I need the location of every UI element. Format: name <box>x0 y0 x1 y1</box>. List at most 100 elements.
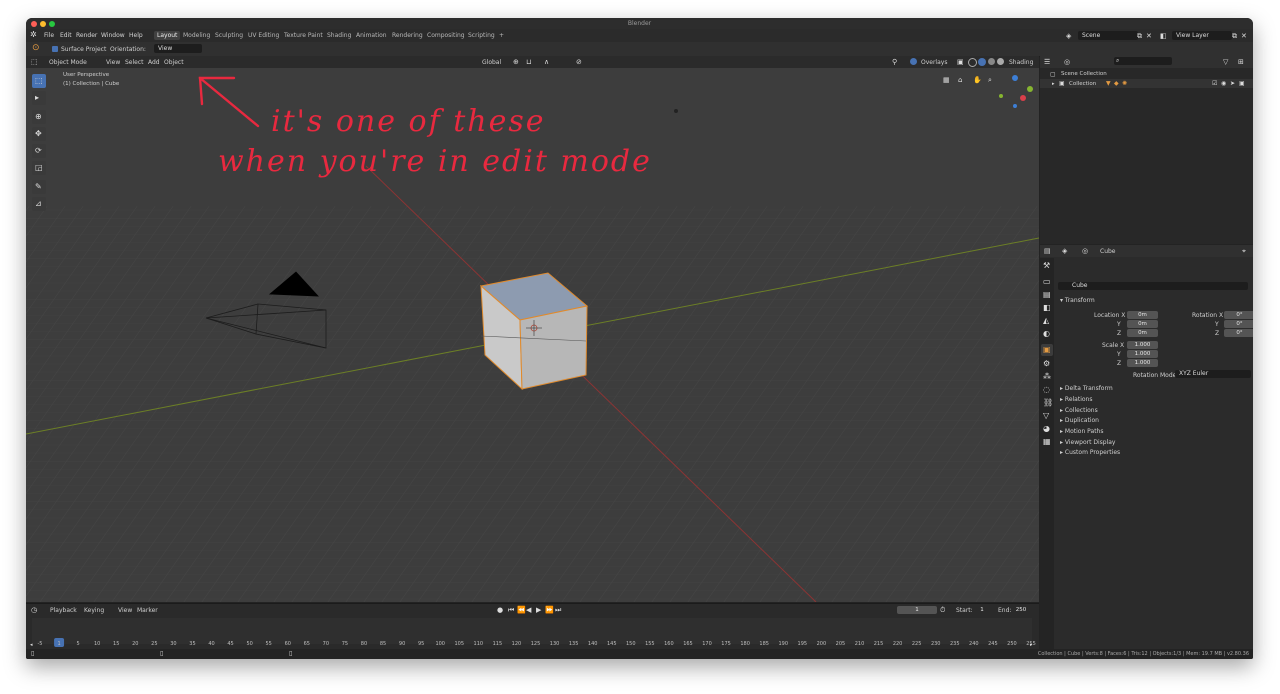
modifiers-tab-icon[interactable]: ⚙ <box>1043 360 1050 368</box>
pivot-point-icon[interactable]: ⊕ <box>513 58 519 66</box>
light-object[interactable] <box>674 109 678 113</box>
wireframe-shading-icon[interactable] <box>968 58 977 67</box>
transform-tool[interactable]: ◲ <box>32 161 46 175</box>
new-collection-icon[interactable]: ⊞ <box>1238 58 1244 66</box>
collections-section[interactable]: ▸ Collections <box>1060 407 1098 414</box>
tool-tab-icon[interactable]: ⚒ <box>1043 262 1050 270</box>
expand-arrow-icon[interactable]: ▸ <box>1052 80 1055 88</box>
transform-orientation-dropdown[interactable]: Global <box>482 59 501 66</box>
delete-view-layer-icon[interactable]: ✕ <box>1241 32 1247 40</box>
rotation-z-field[interactable]: 0° <box>1224 329 1253 337</box>
jump-end-icon[interactable]: ⏭ <box>555 606 561 614</box>
measure-tool[interactable]: ⊿ <box>32 197 46 211</box>
timeline-editor-icon[interactable]: ◷ <box>31 606 37 614</box>
3d-viewport[interactable]: it's one of these when you're in edit mo… <box>26 56 1039 602</box>
proportional-edit-icon[interactable]: ∧ <box>544 58 549 66</box>
output-tab-icon[interactable]: ▤ <box>1043 291 1051 299</box>
gizmo-y-axis[interactable] <box>1027 86 1033 92</box>
timeline-view-menu[interactable]: View <box>118 607 132 614</box>
tab-scripting[interactable]: Scripting <box>465 31 498 40</box>
jump-start-icon[interactable]: ⏮ <box>508 606 514 614</box>
delta-transform-section[interactable]: ▸ Delta Transform <box>1060 385 1113 392</box>
selectable-arrow-icon[interactable]: ➤ <box>1230 80 1235 88</box>
preview-range-icon[interactable]: ⏱ <box>940 606 945 614</box>
scale-y-field[interactable]: 1.000 <box>1127 350 1158 358</box>
play-reverse-icon[interactable]: ◀ <box>526 606 531 614</box>
data-tab-icon[interactable]: ▽ <box>1043 412 1049 420</box>
overlays-dropdown[interactable]: Overlays <box>921 59 947 66</box>
tab-sculpting[interactable]: Sculpting <box>212 31 246 40</box>
transform-section-header[interactable]: ▾ Transform <box>1060 297 1095 304</box>
light-child-icon[interactable]: ✺ <box>1122 80 1127 88</box>
rendered-shading-icon[interactable] <box>997 58 1004 65</box>
play-icon[interactable]: ▶ <box>536 606 541 614</box>
display-mode-icon[interactable]: ◎ <box>1064 58 1070 66</box>
object-menu[interactable]: Object <box>164 59 184 66</box>
scene-collection-label[interactable]: Scene Collection <box>1061 71 1107 77</box>
outliner-editor-icon[interactable]: ☰ <box>1044 58 1050 66</box>
texture-tab-icon[interactable]: ▦ <box>1043 438 1051 446</box>
scroll-left-icon[interactable]: ◂ <box>30 641 33 649</box>
pan-view-icon[interactable]: ✋ <box>973 76 982 84</box>
exclude-checkbox-icon[interactable]: ☑ <box>1212 80 1217 88</box>
outliner-search-input[interactable]: ⌕ <box>1114 57 1172 65</box>
keying-menu[interactable]: Keying <box>84 607 104 614</box>
render-tab-icon[interactable]: ▭ <box>1043 278 1051 286</box>
object-tab-active[interactable]: ▣ <box>1041 344 1053 356</box>
object-context-icon[interactable]: ◎ <box>1082 247 1088 255</box>
filter-icon[interactable]: ▽ <box>1223 58 1228 66</box>
location-y-field[interactable]: 0m <box>1127 320 1158 328</box>
material-shading-icon[interactable] <box>988 58 995 65</box>
grid-view-icon[interactable]: ▦ <box>943 76 950 84</box>
scene-tab-icon[interactable]: ◭ <box>1043 317 1049 325</box>
editor-type-icon[interactable]: ⬚ <box>31 58 38 66</box>
scale-tool[interactable]: ⟳ <box>32 144 46 158</box>
new-view-layer-icon[interactable]: ⧉ <box>1232 32 1237 40</box>
constraints-tab-icon[interactable]: ⛓ <box>1043 399 1053 407</box>
view-menu[interactable]: View <box>106 59 120 66</box>
cube-child-icon[interactable]: ◆ <box>1114 80 1119 88</box>
viewport-display-section[interactable]: ▸ Viewport Display <box>1060 439 1115 446</box>
prev-keyframe-icon[interactable]: ⏪ <box>517 606 526 614</box>
mode-dropdown[interactable]: Object Mode <box>49 59 87 66</box>
select-box-tool[interactable]: ⬚ <box>32 74 46 88</box>
gizmo-x-axis[interactable] <box>1020 95 1026 101</box>
location-z-field[interactable]: 0m <box>1127 329 1158 337</box>
end-frame-field[interactable]: 250 <box>1011 606 1031 614</box>
playback-menu[interactable]: Playback <box>50 607 77 614</box>
collection-row[interactable]: ▸ ▣ Collection ▼ ◆ ✺ ☑ ◉ ➤ ▣ <box>1040 79 1253 88</box>
blender-logo-icon[interactable]: ✲ <box>30 31 37 39</box>
add-workspace-button[interactable]: + <box>496 31 507 40</box>
menu-window[interactable]: Window <box>101 32 125 39</box>
pin-scene-icon[interactable]: ◈ <box>1062 247 1067 255</box>
marker-menu[interactable]: Marker <box>137 607 158 614</box>
tab-compositing[interactable]: Compositing <box>424 31 468 40</box>
rotate-tool[interactable]: ✥ <box>32 127 46 141</box>
select-tool-icon[interactable]: ⊙ <box>32 44 40 53</box>
annotate-tool[interactable]: ✎ <box>32 180 46 194</box>
view-layer-selector[interactable]: View Layer <box>1172 31 1232 40</box>
gizmo-z-axis[interactable] <box>1012 75 1018 81</box>
menu-edit[interactable]: Edit <box>60 32 72 39</box>
tab-layout[interactable]: Layout <box>154 31 181 40</box>
solid-shading-icon[interactable] <box>978 58 986 66</box>
scene-selector[interactable]: Scene <box>1078 31 1138 40</box>
select-menu[interactable]: Select <box>125 59 144 66</box>
tab-shading[interactable]: Shading <box>324 31 354 40</box>
surface-project-checkbox[interactable] <box>52 46 58 52</box>
camera-view-icon[interactable]: ⌂ <box>958 76 962 84</box>
tab-modeling[interactable]: Modeling <box>180 31 213 40</box>
custom-properties-section[interactable]: ▸ Custom Properties <box>1060 449 1120 456</box>
duplication-section[interactable]: ▸ Duplication <box>1060 417 1099 424</box>
motion-paths-section[interactable]: ▸ Motion Paths <box>1060 428 1103 435</box>
menu-help[interactable]: Help <box>129 32 143 39</box>
rotation-x-field[interactable]: 0° <box>1224 311 1253 319</box>
tab-rendering[interactable]: Rendering <box>389 31 426 40</box>
current-frame-field[interactable]: 1 <box>897 606 937 614</box>
orientation-dropdown[interactable]: View <box>154 44 202 53</box>
xray-icon[interactable]: ▣ <box>957 58 964 66</box>
rotation-y-field[interactable]: 0° <box>1224 320 1253 328</box>
new-scene-icon[interactable]: ⧉ <box>1137 32 1142 40</box>
view-layer-tab-icon[interactable]: ◧ <box>1043 304 1051 312</box>
gizmo-neg-z-axis[interactable] <box>1013 104 1017 108</box>
